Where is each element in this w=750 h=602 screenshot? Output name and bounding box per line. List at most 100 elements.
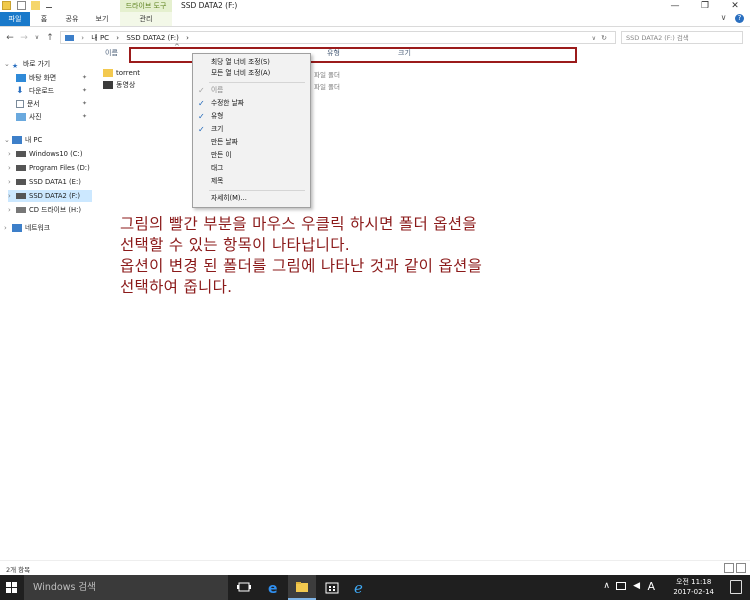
qat-customize-icon[interactable] bbox=[45, 3, 52, 8]
chevron-down-icon[interactable]: ⌄ bbox=[4, 134, 12, 146]
up-button[interactable]: ↑ bbox=[44, 31, 56, 45]
recent-locations-button[interactable]: ∨ bbox=[31, 31, 43, 45]
address-bar[interactable]: › 내 PC › SSD DATA2 (F:) › ∨ ↻ bbox=[60, 31, 616, 44]
chevron-right-icon[interactable]: › bbox=[8, 190, 16, 202]
nav-drive-e-label: SSD DATA1 (E:) bbox=[29, 178, 81, 186]
pin-icon[interactable]: ✦ bbox=[82, 113, 87, 120]
ribbon-right-controls: ∨ ? bbox=[721, 13, 744, 23]
tab-home[interactable]: 홈 bbox=[35, 12, 53, 26]
pictures-icon bbox=[16, 113, 26, 121]
search-input[interactable]: SSD DATA2 (F:) 검색 bbox=[621, 31, 743, 44]
file-row[interactable]: 동영상 bbox=[103, 79, 135, 91]
file-row[interactable]: torrent bbox=[103, 67, 140, 79]
help-icon[interactable]: ? bbox=[735, 14, 744, 23]
menu-item-name[interactable]: ✓ 이름 bbox=[193, 85, 310, 96]
nav-item-downloads-label: 다운로드 bbox=[29, 87, 55, 95]
nav-drive-h-label: CD 드라이브 (H:) bbox=[29, 206, 82, 214]
nav-drive-e[interactable]: › SSD DATA1 (E:) bbox=[8, 176, 81, 188]
store-icon[interactable] bbox=[318, 575, 346, 600]
menu-item-size-all-columns[interactable]: 모든 열 너비 조정(A) bbox=[193, 68, 310, 79]
tray-overflow-icon[interactable]: ∧ bbox=[603, 581, 610, 591]
breadcrumb-sep[interactable]: › bbox=[116, 34, 119, 42]
close-button[interactable]: ✕ bbox=[720, 0, 750, 12]
nav-item-documents[interactable]: 문서 bbox=[16, 98, 40, 110]
clock[interactable]: 오전 11:18 2017-02-14 bbox=[673, 577, 714, 597]
svg-text:e: e bbox=[354, 579, 363, 597]
nav-item-downloads[interactable]: ⬇ 다운로드 bbox=[16, 85, 54, 97]
large-icons-view-icon[interactable] bbox=[736, 563, 746, 573]
internet-explorer-icon[interactable]: e bbox=[346, 575, 374, 600]
menu-item-tags[interactable]: 태그 bbox=[193, 163, 310, 174]
menu-item-authors[interactable]: 만든 이 bbox=[193, 150, 310, 161]
chevron-right-icon[interactable]: › bbox=[4, 222, 12, 234]
chevron-right-icon[interactable]: › bbox=[8, 204, 16, 216]
nav-quick-access[interactable]: ⌄ ★ 바로 가기 bbox=[4, 58, 50, 70]
network-tray-icon[interactable] bbox=[616, 582, 626, 590]
nav-item-desktop-label: 바탕 화면 bbox=[29, 74, 57, 82]
chevron-right-icon[interactable]: › bbox=[8, 148, 16, 160]
breadcrumb-sep-end[interactable]: › bbox=[186, 34, 189, 42]
forward-button[interactable]: → bbox=[18, 31, 30, 45]
nav-drive-h[interactable]: › CD 드라이브 (H:) bbox=[8, 204, 81, 216]
file-type: 파일 폴더 bbox=[314, 83, 340, 91]
nav-this-pc[interactable]: ⌄ 내 PC bbox=[4, 134, 42, 146]
chevron-right-icon[interactable]: › bbox=[8, 162, 16, 174]
nav-drive-d[interactable]: › Program Files (D:) bbox=[8, 162, 90, 174]
notification-icon[interactable] bbox=[730, 580, 742, 594]
nav-drive-f[interactable]: › SSD DATA2 (F:) bbox=[8, 190, 92, 202]
menu-item-date-modified[interactable]: ✓ 수정한 날짜 bbox=[193, 98, 310, 109]
start-button[interactable] bbox=[0, 575, 24, 600]
maximize-button[interactable]: ❐ bbox=[690, 0, 720, 12]
pin-icon[interactable]: ✦ bbox=[82, 74, 87, 81]
details-view-icon[interactable] bbox=[724, 563, 734, 573]
nav-item-desktop[interactable]: 바탕 화면 bbox=[16, 72, 56, 84]
back-button[interactable]: ← bbox=[4, 31, 16, 45]
properties-icon[interactable] bbox=[16, 1, 26, 10]
nav-item-pictures[interactable]: 사진 bbox=[16, 111, 42, 123]
title-bar bbox=[0, 0, 750, 12]
column-header-name[interactable]: 이름 bbox=[105, 48, 118, 58]
nav-drive-c[interactable]: › Windows10 (C:) bbox=[8, 148, 83, 160]
taskbar: Windows 검색 e e ∧ ◀ A 오전 11:18 2017-02-14 bbox=[0, 575, 750, 600]
pin-icon[interactable]: ✦ bbox=[82, 87, 87, 94]
menu-item-type[interactable]: ✓ 유형 bbox=[193, 111, 310, 122]
menu-item-size-column[interactable]: 최당 열 너비 조정(S) bbox=[193, 57, 310, 68]
pin-icon[interactable]: ✦ bbox=[82, 100, 87, 107]
nav-item-pictures-label: 사진 bbox=[29, 113, 42, 121]
menu-item-more[interactable]: 자세히(M)... bbox=[193, 193, 310, 204]
file-type: 파일 폴더 bbox=[314, 71, 340, 79]
cd-drive-icon bbox=[16, 207, 26, 213]
ribbon-expand-icon[interactable]: ∨ bbox=[721, 13, 727, 22]
refresh-icon[interactable]: ↻ bbox=[601, 32, 607, 45]
drive-icon bbox=[16, 179, 26, 185]
chevron-down-icon[interactable]: ⌄ bbox=[4, 58, 12, 70]
breadcrumb-drive[interactable]: SSD DATA2 (F:) bbox=[126, 34, 179, 42]
chevron-right-icon[interactable]: › bbox=[8, 176, 16, 188]
new-folder-icon[interactable] bbox=[31, 1, 41, 10]
menu-item-date-created[interactable]: 만든 날짜 bbox=[193, 137, 310, 148]
menu-item-label: 모든 열 너비 조정(A) bbox=[211, 69, 271, 77]
minimize-button[interactable]: — bbox=[660, 0, 690, 12]
tab-share[interactable]: 공유 bbox=[60, 12, 84, 26]
task-view-icon[interactable] bbox=[230, 575, 258, 600]
volume-icon[interactable]: ◀ bbox=[633, 581, 640, 591]
folder-icon bbox=[103, 69, 113, 77]
annotation-line: 선택할 수 있는 항목이 나타납니다. bbox=[120, 236, 350, 254]
ime-indicator[interactable]: A bbox=[647, 580, 655, 593]
tab-manage[interactable]: 관리 bbox=[120, 12, 172, 26]
menu-item-title[interactable]: 제목 bbox=[193, 176, 310, 187]
navigation-pane: ⌄ ★ 바로 가기 바탕 화면 ✦ ⬇ 다운로드 ✦ 문서 ✦ 사진 ✦ ⌄ 내 PC … bbox=[0, 50, 95, 560]
menu-item-size[interactable]: ✓ 크기 bbox=[193, 124, 310, 135]
file-explorer-icon[interactable] bbox=[288, 575, 316, 600]
windows-drive-icon bbox=[16, 151, 26, 157]
address-dropdown-icon[interactable]: ∨ bbox=[592, 32, 596, 45]
quick-access-toolbar bbox=[2, 1, 55, 10]
tab-view[interactable]: 보기 bbox=[90, 12, 114, 26]
taskbar-search-input[interactable]: Windows 검색 bbox=[24, 575, 228, 600]
annotation-line: 그림의 빨간 부분을 마우스 우클릭 하시면 폴더 옵션을 bbox=[120, 215, 477, 233]
checkmark-icon: ✓ bbox=[198, 86, 205, 95]
breadcrumb-pc[interactable]: 내 PC bbox=[91, 34, 109, 42]
edge-browser-icon[interactable]: e bbox=[260, 575, 288, 600]
nav-network[interactable]: › 네트워크 bbox=[4, 222, 50, 234]
tab-file[interactable]: 파일 bbox=[0, 12, 30, 26]
